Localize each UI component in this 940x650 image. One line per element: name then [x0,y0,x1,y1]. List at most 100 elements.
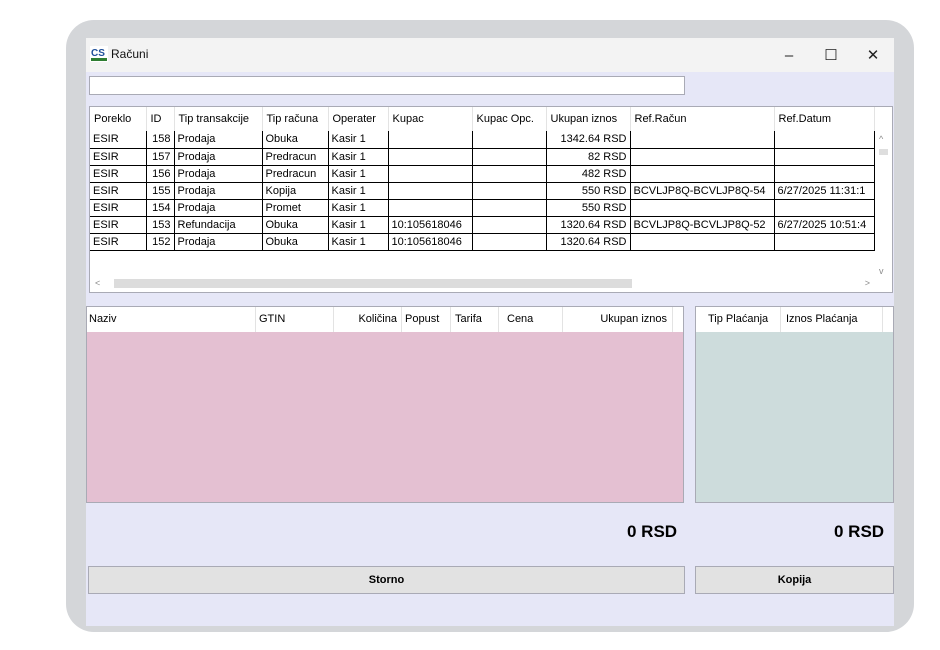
receipts-column-header[interactable]: Poreklo [90,107,147,131]
table-cell: Kopija [262,182,329,200]
table-cell [472,165,547,183]
table-cell: ESIR [90,148,147,166]
table-cell [472,131,547,149]
horizontal-scroll-thumb[interactable] [114,279,632,288]
table-cell: Refundacija [174,216,263,234]
table-cell: Kasir 1 [328,182,389,200]
receipts-column-header[interactable]: Ref.Račun [630,107,775,131]
title-bar[interactable]: CS Računi – ☐ ✕ [86,38,894,72]
table-row[interactable]: ESIR 157 Prodaja Predracun Kasir 1 82 RSD [90,148,875,166]
table-cell: 156 [146,165,175,183]
minimize-button[interactable]: – [766,38,812,72]
receipts-column-header[interactable]: Ref.Datum [774,107,875,131]
vertical-scroll-thumb[interactable] [879,149,888,155]
table-cell [472,199,547,217]
svg-text:CS: CS [91,48,105,59]
table-cell: Kasir 1 [328,148,389,166]
table-cell: Prodaja [174,165,263,183]
table-cell [630,199,775,217]
scroll-up-icon[interactable]: ^ [879,135,883,144]
receipts-horizontal-scrollbar[interactable]: < > [90,275,892,292]
table-cell: Prodaja [174,233,263,251]
receipts-column-header[interactable]: Operater [328,107,389,131]
payments-grid[interactable]: Tip Plaćanja Iznos Plaćanja [695,306,894,503]
table-cell: 6/27/2025 10:51:4 [774,216,875,234]
table-cell: 6/27/2025 11:31:1 [774,182,875,200]
scroll-left-icon[interactable]: < [95,279,100,288]
table-cell: Promet [262,199,329,217]
table-cell: Obuka [262,131,329,149]
table-cell: ESIR [90,182,147,200]
table-cell [472,182,547,200]
table-cell [774,199,875,217]
table-cell: Obuka [262,233,329,251]
table-cell: 482 RSD [546,165,631,183]
table-cell: 153 [146,216,175,234]
table-cell: ESIR [90,233,147,251]
table-row[interactable]: ESIR 154 Prodaja Promet Kasir 1 550 RSD [90,199,875,217]
table-row[interactable]: ESIR 155 Prodaja Kopija Kasir 1 550 RSD BCVLJP… [90,182,875,200]
items-header: Naziv GTIN Količina Popust Tarifa Cena U… [87,307,683,332]
table-cell: Prodaja [174,148,263,166]
table-cell [630,165,775,183]
table-cell [472,216,547,234]
table-cell: Prodaja [174,182,263,200]
table-cell [388,165,473,183]
storno-button[interactable]: Storno [88,566,685,594]
table-cell: 158 [146,131,175,149]
column-naziv[interactable]: Naziv [89,313,117,325]
items-grid[interactable]: Naziv GTIN Količina Popust Tarifa Cena U… [86,306,684,503]
table-row[interactable]: ESIR 156 Prodaja Predracun Kasir 1 482 RSD [90,165,875,183]
payments-header: Tip Plaćanja Iznos Plaćanja [696,307,893,332]
receipts-grid[interactable]: Poreklo ID Tip transakcije Tip računa Operat… [89,106,893,293]
column-cena[interactable]: Cena [507,313,533,325]
receipts-table: Poreklo ID Tip transakcije Tip računa Operat… [90,107,875,251]
receipts-body: ESIR 158 Prodaja Obuka Kasir 1 1342.64 RSD ESI… [90,131,875,251]
column-ukupan-iznos[interactable]: Ukupan iznos [567,313,667,325]
receipts-column-header[interactable]: Kupac Opc. [472,107,547,131]
receipts-column-header[interactable]: Kupac [388,107,473,131]
table-cell: Kasir 1 [328,199,389,217]
table-cell: ESIR [90,165,147,183]
column-iznos-placanja[interactable]: Iznos Plaćanja [786,313,858,325]
window-title: Računi [111,47,149,61]
items-total: 0 RSD [627,522,678,541]
receipts-column-header[interactable]: ID [146,107,175,131]
table-cell [774,165,875,183]
receipts-column-header[interactable]: Ukupan iznos [546,107,631,131]
search-input[interactable] [89,76,685,95]
receipts-vertical-scrollbar[interactable]: ^ v [875,131,892,280]
table-cell: Obuka [262,216,329,234]
table-cell [630,131,775,149]
receipts-column-header[interactable]: Tip transakcije [174,107,263,131]
table-row[interactable]: ESIR 152 Prodaja Obuka Kasir 1 10:105618046 13… [90,233,875,251]
column-popust[interactable]: Popust [405,313,439,325]
column-gtin[interactable]: GTIN [259,313,285,325]
receipts-column-header[interactable]: Tip računa [262,107,329,131]
table-cell [774,148,875,166]
column-tip-placanja[interactable]: Tip Plaćanja [708,313,768,325]
table-cell: 550 RSD [546,182,631,200]
table-cell: Prodaja [174,199,263,217]
table-cell [388,182,473,200]
table-cell: BCVLJP8Q-BCVLJP8Q-52 [630,216,775,234]
column-tarifa[interactable]: Tarifa [455,313,482,325]
table-row[interactable]: ESIR 158 Prodaja Obuka Kasir 1 1342.64 RSD [90,131,875,149]
column-kolicina[interactable]: Količina [337,313,397,325]
table-cell: 1320.64 RSD [546,233,631,251]
minimize-icon: – [784,46,794,64]
table-row[interactable]: ESIR 153 Refundacija Obuka Kasir 1 10:1056180… [90,216,875,234]
table-cell [388,131,473,149]
table-cell: Predracun [262,148,329,166]
maximize-button[interactable]: ☐ [808,38,854,72]
table-cell: 10:105618046 [388,216,473,234]
table-cell: Kasir 1 [328,233,389,251]
maximize-icon: ☐ [824,47,838,64]
table-cell: 152 [146,233,175,251]
kopija-button[interactable]: Kopija [695,566,894,594]
table-cell: 10:105618046 [388,233,473,251]
table-cell: ESIR [90,199,147,217]
table-cell [472,233,547,251]
scroll-right-icon[interactable]: > [865,279,870,288]
close-button[interactable]: ✕ [850,38,894,72]
